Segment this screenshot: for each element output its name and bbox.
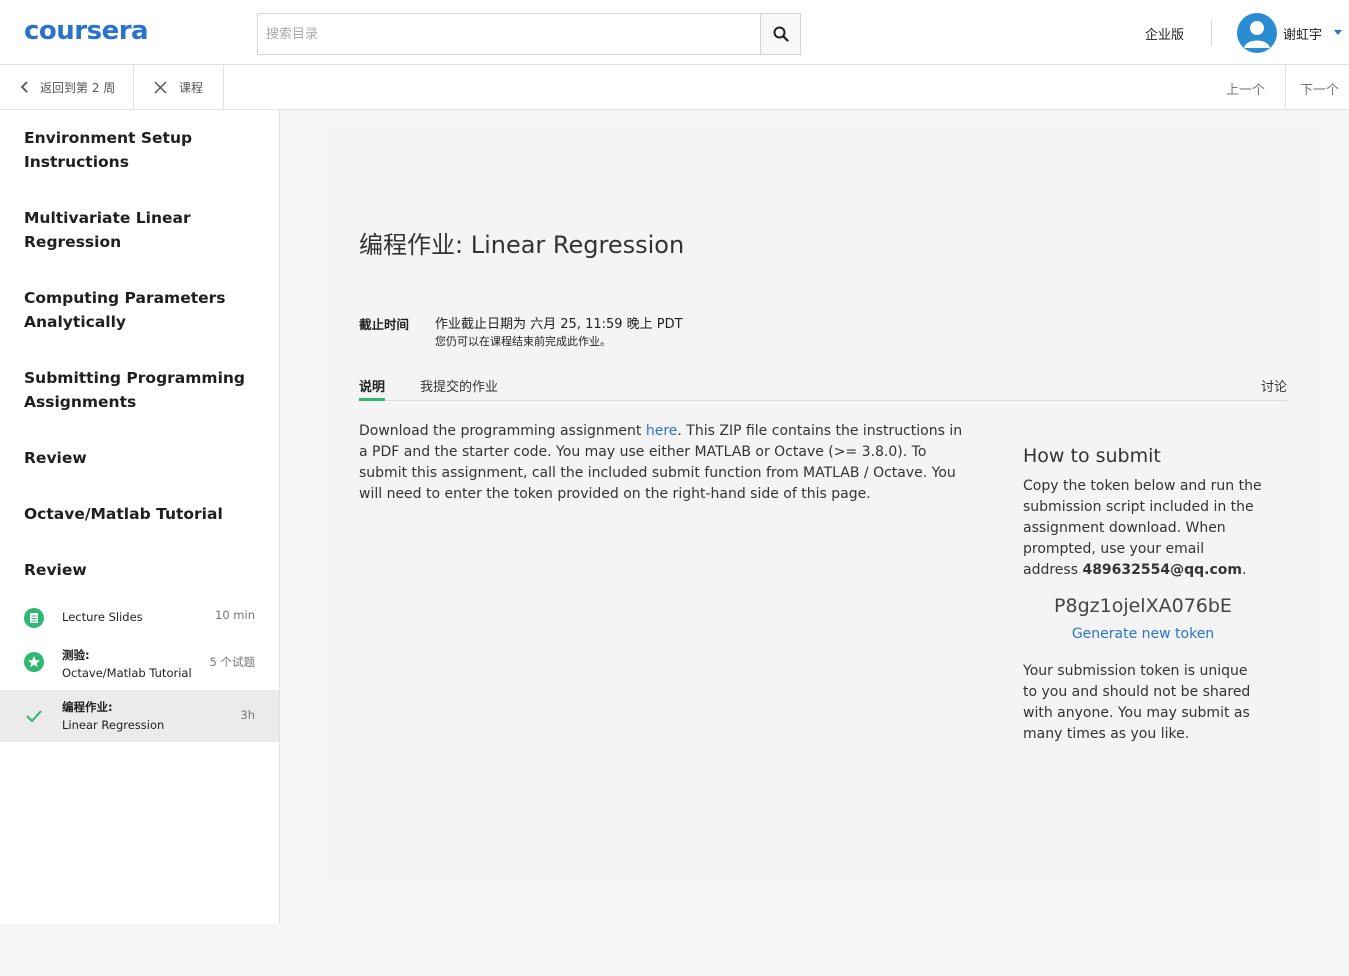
page-title: 编程作业: Linear Regression bbox=[359, 231, 685, 259]
previous-button[interactable]: 上一个 bbox=[1226, 79, 1265, 98]
email-address: 489632554@qq.com bbox=[1082, 562, 1242, 578]
user-icon bbox=[1244, 21, 1270, 48]
how-to-submit-text: Copy the token below and run the submiss… bbox=[1023, 476, 1263, 581]
tab-instructions[interactable]: 说明 bbox=[359, 376, 386, 401]
close-icon bbox=[154, 80, 167, 94]
sidebar-lesson-review-2[interactable]: Review bbox=[24, 558, 254, 582]
course-label: 课程 bbox=[179, 80, 204, 95]
submission-token: P8gz1ojelXA076bE bbox=[1054, 595, 1232, 617]
due-note: 您仍可以在课程结束前完成此作业。 bbox=[435, 335, 611, 348]
username[interactable]: 谢虹宇 bbox=[1283, 24, 1322, 43]
download-link[interactable]: here bbox=[646, 423, 678, 439]
sub-nav: 返回到第 2 周 课程 上一个 下一个 bbox=[0, 65, 1349, 110]
quiz-icon bbox=[24, 652, 44, 672]
back-to-week-label: 返回到第 2 周 bbox=[40, 80, 116, 95]
chevron-left-icon bbox=[20, 81, 28, 93]
sidebar-item-quiz[interactable]: 测验: Octave/Matlab Tutorial 5 个试题 bbox=[0, 638, 279, 690]
caret-down-icon[interactable] bbox=[1334, 30, 1342, 35]
sidebar-item-title: Linear Regression bbox=[62, 718, 165, 732]
check-icon bbox=[26, 710, 42, 723]
tab-discussions[interactable]: 讨论 bbox=[1261, 376, 1287, 395]
assignment-description: Download the programming assignment here… bbox=[359, 421, 971, 505]
sidebar-item-title: Octave/Matlab Tutorial bbox=[62, 666, 192, 680]
sidebar-item-label: 编程作业: Linear Regression bbox=[62, 698, 164, 734]
sidebar-lesson-computing-parameters[interactable]: Computing Parameters Analytically bbox=[24, 286, 254, 334]
coursera-logo[interactable]: coursera bbox=[24, 16, 149, 46]
nav-divider bbox=[1285, 65, 1286, 109]
sidebar-item-label: Lecture Slides bbox=[62, 610, 143, 624]
header-divider bbox=[1211, 20, 1212, 46]
sidebar-item-duration: 10 min bbox=[215, 608, 255, 622]
search-button[interactable] bbox=[760, 14, 800, 54]
submit-period: . bbox=[1242, 562, 1247, 578]
avatar[interactable] bbox=[1237, 13, 1277, 53]
top-header: coursera 企业版 谢虹宇 bbox=[0, 0, 1349, 65]
search-icon bbox=[773, 26, 789, 42]
sidebar-lesson-review-1[interactable]: Review bbox=[24, 446, 254, 470]
assignment-tabs: 说明 我提交的作业 讨论 bbox=[359, 372, 1287, 401]
sidebar-item-type: 测验: bbox=[62, 648, 90, 662]
sidebar-item-duration: 3h bbox=[240, 708, 255, 722]
sidebar-item-programming-assignment[interactable]: 编程作业: Linear Regression 3h bbox=[0, 690, 279, 742]
tab-my-submissions[interactable]: 我提交的作业 bbox=[420, 376, 498, 401]
back-to-week-button[interactable]: 返回到第 2 周 bbox=[0, 65, 134, 109]
due-date: 作业截止日期为 六月 25, 11:59 晚上 PDT bbox=[435, 317, 683, 332]
due-label: 截止时间 bbox=[359, 317, 410, 332]
sidebar-lesson-environment-setup[interactable]: Environment Setup Instructions bbox=[24, 126, 254, 174]
reading-icon bbox=[24, 608, 44, 628]
sidebar-item-label: 测验: Octave/Matlab Tutorial bbox=[62, 646, 192, 682]
sidebar-lesson-octave-tutorial[interactable]: Octave/Matlab Tutorial bbox=[24, 502, 254, 526]
course-button[interactable]: 课程 bbox=[134, 65, 224, 109]
sidebar-lesson-multivariate[interactable]: Multivariate Linear Regression bbox=[24, 206, 254, 254]
sidebar-lesson-submitting[interactable]: Submitting Programming Assignments bbox=[24, 366, 254, 414]
sidebar-item-duration: 5 个试题 bbox=[209, 655, 255, 669]
sidebar-item-lecture-slides[interactable]: Lecture Slides 10 min bbox=[0, 592, 279, 644]
search-bar bbox=[257, 13, 801, 55]
sidebar: Environment Setup Instructions Multivari… bbox=[0, 110, 280, 924]
how-to-submit-title: How to submit bbox=[1023, 445, 1161, 467]
next-button[interactable]: 下一个 bbox=[1300, 79, 1339, 98]
description-text: Download the programming assignment bbox=[359, 423, 646, 439]
search-input[interactable] bbox=[258, 14, 761, 54]
enterprise-link[interactable]: 企业版 bbox=[1145, 24, 1184, 43]
sidebar-item-type: 编程作业: bbox=[62, 700, 113, 714]
token-note: Your submission token is unique to you a… bbox=[1023, 663, 1251, 742]
generate-token-link[interactable]: Generate new token bbox=[1023, 626, 1263, 642]
